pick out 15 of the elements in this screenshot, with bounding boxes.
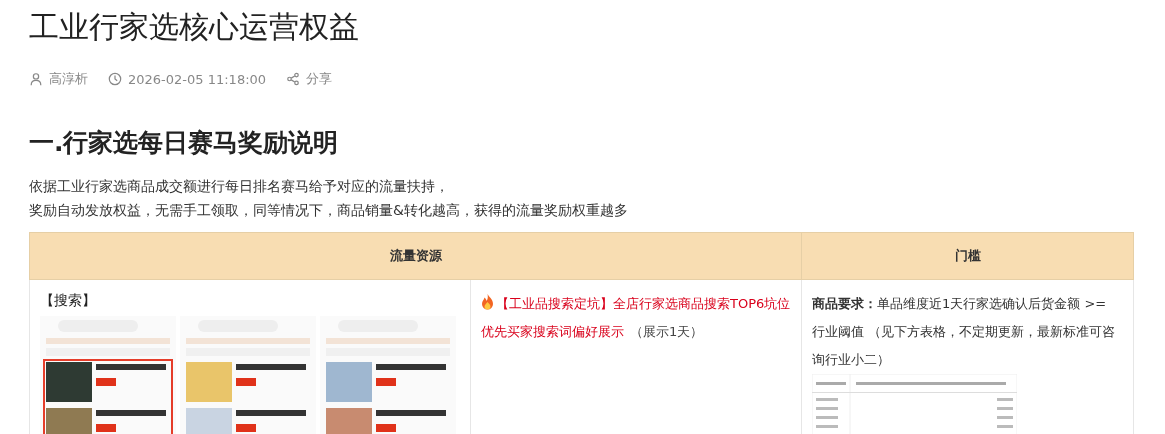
- section-paragraph: 依据工业行家选商品成交额进行每日排名赛马给予对应的流量扶持， 奖励自动发放权益，无需手工领取，同等情况下，商品销量&转化越高，获得的流量奖励权重越多: [29, 177, 629, 220]
- clock-icon: [108, 72, 122, 86]
- requirement-text: 商品要求：单品维度近1天行家选确认后货金额 >= 行业阈值 （见下方表格，不定期更新，最新标准可咨询行业小二）: [812, 295, 1117, 369]
- section-heading: 一.行家选每日赛马奖励说明: [29, 127, 340, 159]
- article-title: 工业行家选核心运营权益: [29, 8, 360, 46]
- resource-label: 【搜索】: [40, 291, 97, 310]
- benefit-text: 【工业品搜索定坑】全店行家选商品搜索TOP6坑位优先买家搜索词偏好展示 （展示1天）: [481, 293, 791, 341]
- author-name: 高淳析: [49, 70, 88, 88]
- person-icon: [29, 72, 43, 86]
- share-link[interactable]: 分享: [306, 70, 333, 88]
- column-header: 门槛: [801, 232, 1134, 280]
- publish-time: 2026-02-05 11:18:00: [128, 71, 267, 87]
- fire-icon: [481, 294, 494, 310]
- share-icon: [286, 72, 301, 86]
- column-header: 流量资源: [29, 232, 802, 280]
